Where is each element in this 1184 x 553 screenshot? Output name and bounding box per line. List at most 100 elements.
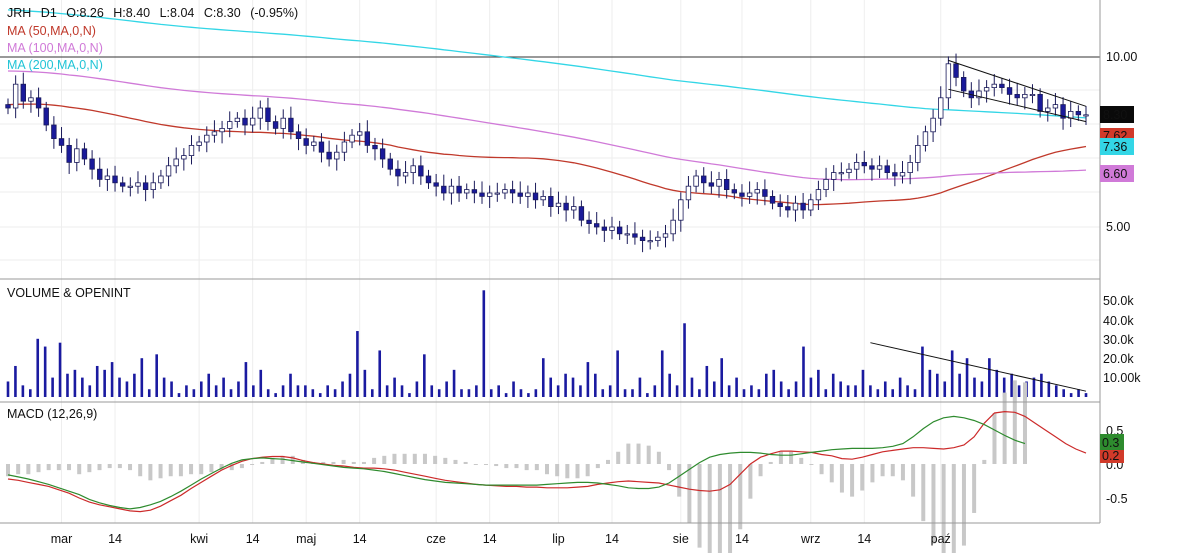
volume-bar (482, 290, 486, 397)
candle-up (938, 97, 944, 119)
volume-bar (720, 358, 724, 397)
volume-bar (229, 389, 233, 397)
candle-up (150, 182, 156, 191)
volume-bar (668, 373, 671, 397)
candle-up (983, 87, 990, 92)
volume-bar (1054, 385, 1058, 397)
volume-bar (1084, 393, 1088, 397)
macd-histogram-bar (209, 464, 214, 473)
candle-down (51, 124, 57, 140)
low-label: L:8.04 (160, 6, 195, 20)
macd-histogram-bar (626, 443, 631, 464)
candle-up (991, 83, 997, 88)
candle-up (746, 192, 753, 197)
candle-up (257, 107, 263, 119)
volume-bar (973, 377, 976, 397)
volume-bar (698, 389, 701, 397)
candle-up (280, 117, 286, 129)
candle-up (853, 161, 860, 170)
candle-down (953, 63, 959, 78)
macd-histogram-bar (382, 455, 387, 464)
volume-title: VOLUME & OPENINT (7, 286, 131, 300)
macd-histogram-bar (67, 464, 72, 471)
volume-bar (430, 385, 434, 397)
candle-down (578, 206, 585, 221)
candle-down (960, 77, 967, 92)
candle-up (655, 236, 661, 241)
candle-down (892, 172, 898, 177)
candle-up (838, 172, 845, 175)
volume-bar (995, 369, 999, 397)
candle-up (74, 148, 80, 163)
volume-bar (660, 350, 664, 397)
macd-histogram-bar (361, 461, 366, 464)
macd-histogram-bar (677, 464, 682, 497)
macd-histogram-bar (606, 459, 611, 464)
macd-histogram-bar (656, 451, 661, 464)
volume-bar (415, 381, 419, 397)
volume-bar (1040, 373, 1043, 397)
volume-bar (891, 389, 895, 397)
candle-down (395, 168, 401, 177)
x-tick-label: sie (673, 532, 689, 546)
macd-histogram-bar (443, 457, 448, 464)
volume-bar (1069, 393, 1073, 397)
ma50-legend: MA (50,MA,0,N) (7, 24, 96, 38)
candle-down (418, 165, 424, 177)
macd-histogram-bar (799, 457, 804, 464)
volume-bar (36, 338, 40, 397)
macd-histogram-bar (697, 464, 702, 548)
macd-histogram-bar (341, 459, 346, 464)
candle-down (66, 144, 72, 163)
candle-up (930, 117, 936, 133)
candle-down (425, 175, 432, 184)
candle-down (517, 192, 523, 197)
x-tick-label: 14 (735, 532, 749, 546)
candle-down (701, 175, 707, 184)
candle-up (1029, 94, 1036, 97)
macd-histogram-bar (97, 464, 102, 471)
volume-bar (616, 350, 619, 397)
x-tick-label: 14 (605, 532, 619, 546)
volume-bar (504, 393, 508, 397)
candle-up (915, 144, 921, 163)
candle-up (678, 199, 684, 221)
volume-bar (556, 385, 560, 397)
ma200-value: 7.36 (1103, 140, 1127, 154)
candle-up (219, 127, 225, 133)
candle-up (1083, 114, 1089, 117)
macd-histogram-bar (453, 459, 458, 464)
vol-tick-10k: 10.00k (1103, 371, 1141, 385)
vol-tick-50k: 50.0k (1103, 294, 1134, 308)
macd-histogram-bar (483, 464, 488, 465)
volume-bar (14, 365, 17, 397)
volume-bar (185, 385, 188, 397)
volume-bar (408, 393, 411, 397)
volume-bar (1017, 385, 1021, 397)
volume-bar (497, 385, 500, 397)
volume-bar (237, 381, 240, 397)
volume-bar (690, 377, 694, 397)
volume-bar (289, 373, 292, 397)
volume-bar (817, 369, 820, 397)
macd-histogram-bar (646, 445, 651, 464)
volume-bar (66, 373, 69, 397)
macd-histogram-bar (748, 464, 753, 499)
volume-bar (311, 389, 315, 397)
close-label: C:8.30 (204, 6, 241, 20)
macd-histogram-bar (575, 464, 580, 479)
candle-up (127, 185, 134, 188)
volume-bar (906, 385, 909, 397)
candle-down (869, 165, 875, 170)
volume-bar (318, 393, 322, 397)
candle-down (5, 104, 11, 109)
volume-bar (928, 369, 932, 397)
macd-histogram-bar (1002, 392, 1007, 464)
candle-up (486, 192, 493, 197)
volume-bar (170, 381, 173, 397)
macd-histogram-bar (819, 464, 824, 475)
candle-up (494, 192, 500, 195)
candle-down (708, 182, 715, 187)
volume-bar (378, 350, 382, 397)
candle-up (234, 117, 241, 122)
